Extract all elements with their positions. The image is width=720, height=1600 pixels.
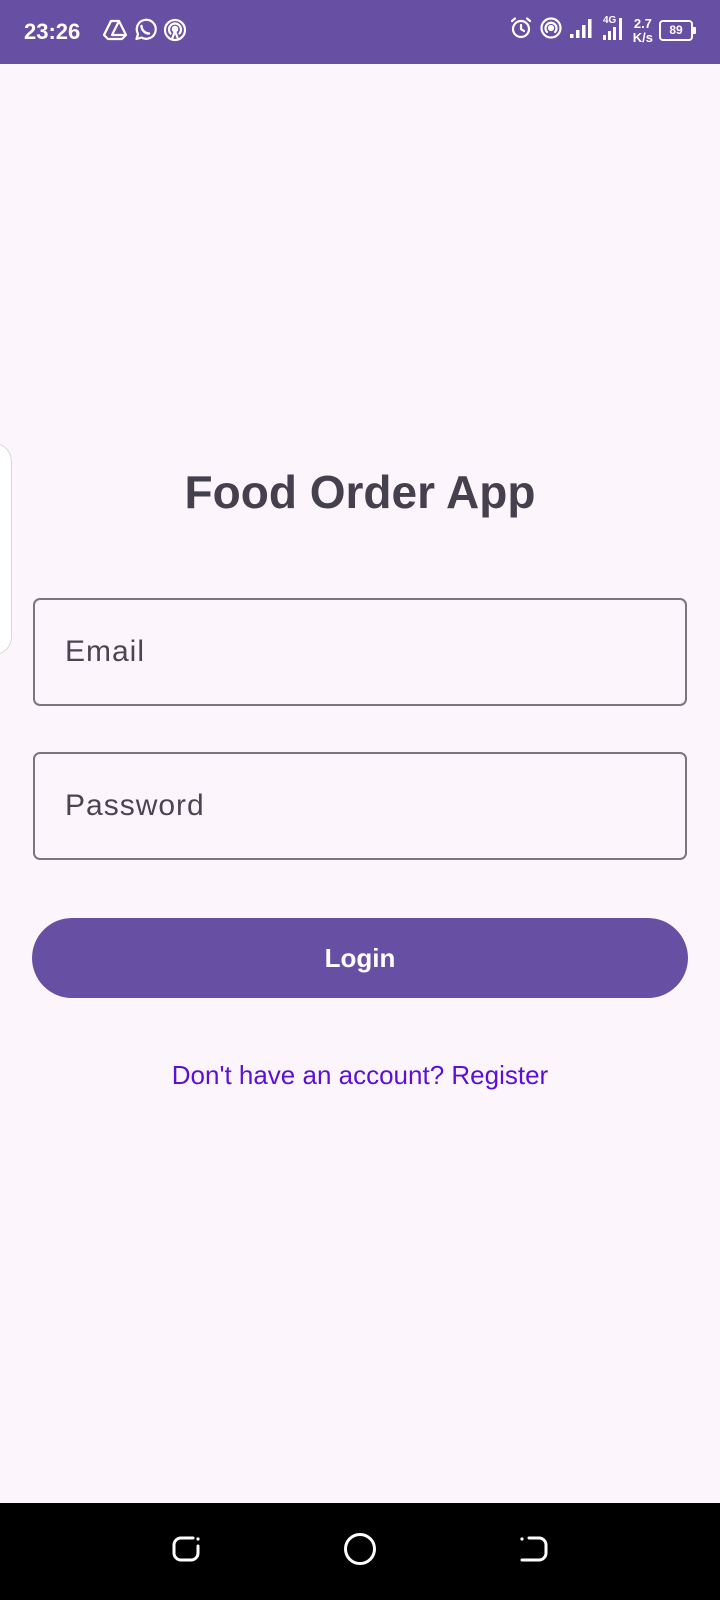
network-speed-value: 2.7 <box>633 15 652 31</box>
login-button[interactable]: Login <box>32 918 688 998</box>
battery-tip <box>693 27 696 34</box>
battery-level: 89 <box>659 20 693 41</box>
home-icon <box>342 1531 378 1572</box>
recents-button[interactable] <box>166 1531 206 1571</box>
email-field[interactable] <box>33 598 687 706</box>
hotspot-icon <box>162 17 188 48</box>
back-button[interactable] <box>514 1531 554 1571</box>
drive-icon <box>102 17 128 48</box>
register-link[interactable]: Don't have an account? Register <box>0 1058 720 1092</box>
network-speed-unit: K/s <box>632 29 653 45</box>
alarm-icon <box>509 16 533 45</box>
system-icons: 4G 2.7 K/s 89 <box>509 14 696 47</box>
signal-4g-icon: 4G <box>601 14 627 47</box>
network-type: 4G <box>603 15 617 26</box>
status-time: 23:26 <box>24 19 81 44</box>
hotspot-icon <box>539 16 563 45</box>
recents-icon <box>169 1532 203 1571</box>
signal-icon <box>569 17 595 44</box>
back-icon <box>517 1532 551 1571</box>
battery-icon: 89 <box>659 20 696 41</box>
notification-icons <box>102 17 188 48</box>
app-title: Food Order App <box>184 466 536 518</box>
home-button[interactable] <box>340 1531 380 1571</box>
navigation-bar <box>0 1503 720 1600</box>
password-field[interactable] <box>33 752 687 860</box>
whatsapp-icon <box>132 17 158 48</box>
status-bar: 23:26 4G 2.7 K/s 89 <box>0 0 720 64</box>
network-speed: 2.7 K/s <box>632 15 653 45</box>
